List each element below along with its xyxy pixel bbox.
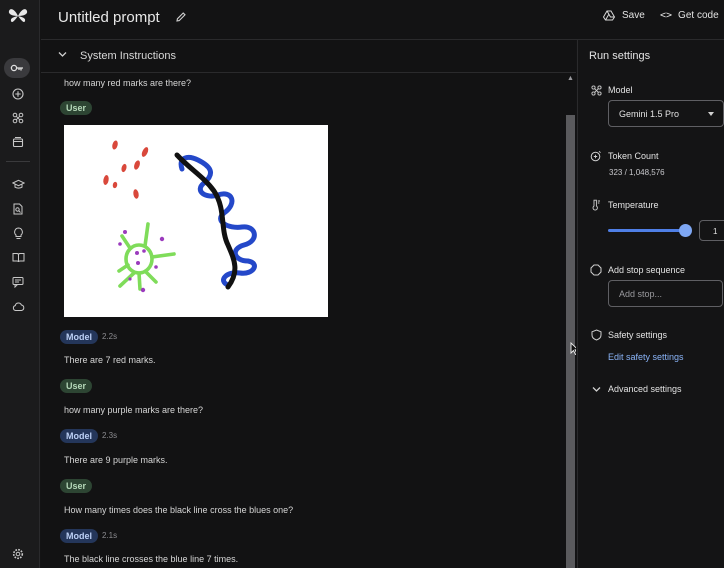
green-star-shape	[117, 222, 176, 291]
user-chip: User	[60, 379, 93, 393]
model-label: Model	[608, 85, 633, 95]
model-message-text: The black line crosses the blue line 7 t…	[64, 554, 239, 564]
safety-settings-label: Safety settings	[608, 330, 668, 340]
model-icon	[590, 84, 602, 96]
model-message-text: There are 7 red marks.	[64, 355, 156, 365]
token-count-value: 323 / 1,048,576	[609, 168, 665, 177]
dropdown-caret-icon	[708, 112, 714, 116]
drive-icon	[603, 10, 615, 21]
temperature-slider-knob[interactable]	[679, 224, 692, 237]
temperature-label: Temperature	[608, 200, 659, 210]
tuning-icon[interactable]	[8, 109, 28, 127]
temperature-slider-track[interactable]	[608, 229, 686, 232]
library-icon[interactable]	[8, 133, 28, 151]
mouse-cursor-icon	[570, 342, 576, 355]
response-time: 2.1s	[102, 531, 118, 540]
token-count-label: Token Count	[608, 151, 659, 161]
book-icon[interactable]	[8, 248, 28, 266]
chevron-down-icon[interactable]	[590, 383, 602, 395]
get-code-button[interactable]: <> Get code	[660, 10, 719, 21]
top-bar: Untitled prompt Save <> Get code	[41, 0, 724, 40]
token-count-icon	[590, 150, 602, 162]
lightbulb-icon[interactable]	[8, 224, 28, 242]
save-button[interactable]: Save	[603, 10, 645, 21]
stop-sequence-label: Add stop sequence	[608, 265, 686, 275]
model-select[interactable]: Gemini 1.5 Pro	[608, 100, 724, 127]
blue-line	[178, 154, 257, 288]
temperature-input[interactable]: 1	[699, 220, 724, 241]
edit-pencil-icon[interactable]	[175, 11, 187, 23]
model-chip: Model	[60, 330, 98, 344]
run-settings-title: Run settings	[589, 50, 651, 62]
system-instructions-label: System Instructions	[80, 50, 176, 62]
system-instructions-bar[interactable]: System Instructions	[41, 40, 576, 73]
left-rail	[0, 0, 40, 568]
rail-divider	[6, 161, 30, 162]
shield-icon	[590, 329, 602, 341]
key-icon[interactable]	[4, 58, 30, 78]
red-marks	[103, 140, 149, 199]
response-time: 2.2s	[102, 332, 118, 341]
thermometer-icon	[590, 199, 602, 211]
user-message-text: how many red marks are there?	[64, 78, 192, 88]
stop-sequence-input[interactable]	[608, 280, 723, 307]
user-message-text: How many times does the black line cross…	[64, 505, 294, 515]
stop-sequence-icon	[590, 264, 602, 276]
model-chip: Model	[60, 429, 98, 443]
chevron-down-icon	[58, 52, 67, 57]
user-chip: User	[60, 479, 93, 493]
chat-panel: System Instructions ▲ how many red marks…	[41, 40, 576, 568]
response-time: 2.3s	[102, 431, 118, 440]
model-chip: Model	[60, 529, 98, 543]
add-icon[interactable]	[8, 85, 28, 103]
model-message-text: There are 9 purple marks.	[64, 455, 168, 465]
uploaded-drawing-image[interactable]	[64, 125, 328, 317]
black-line	[174, 152, 238, 290]
chat-icon[interactable]	[8, 273, 28, 291]
cloud-icon[interactable]	[8, 298, 28, 316]
user-message-text: how many purple marks are there?	[64, 405, 204, 415]
user-chip: User	[60, 101, 93, 115]
run-settings-panel: Run settings Model Gemini 1.5 Pro Token …	[577, 40, 724, 568]
code-brackets-icon: <>	[660, 10, 673, 21]
model-select-value: Gemini 1.5 Pro	[619, 109, 680, 119]
get-code-label: Get code	[678, 10, 719, 21]
prompt-title[interactable]: Untitled prompt	[58, 9, 160, 26]
advanced-settings-label[interactable]: Advanced settings	[608, 384, 682, 394]
gemini-spark-icon[interactable]	[7, 6, 29, 26]
graduation-cap-icon[interactable]	[8, 175, 28, 193]
document-search-icon[interactable]	[8, 200, 28, 218]
save-label: Save	[622, 10, 645, 21]
settings-icon[interactable]	[8, 545, 28, 563]
scroll-up-arrow-icon[interactable]: ▲	[567, 75, 574, 82]
edit-safety-settings-link[interactable]: Edit safety settings	[608, 352, 684, 362]
